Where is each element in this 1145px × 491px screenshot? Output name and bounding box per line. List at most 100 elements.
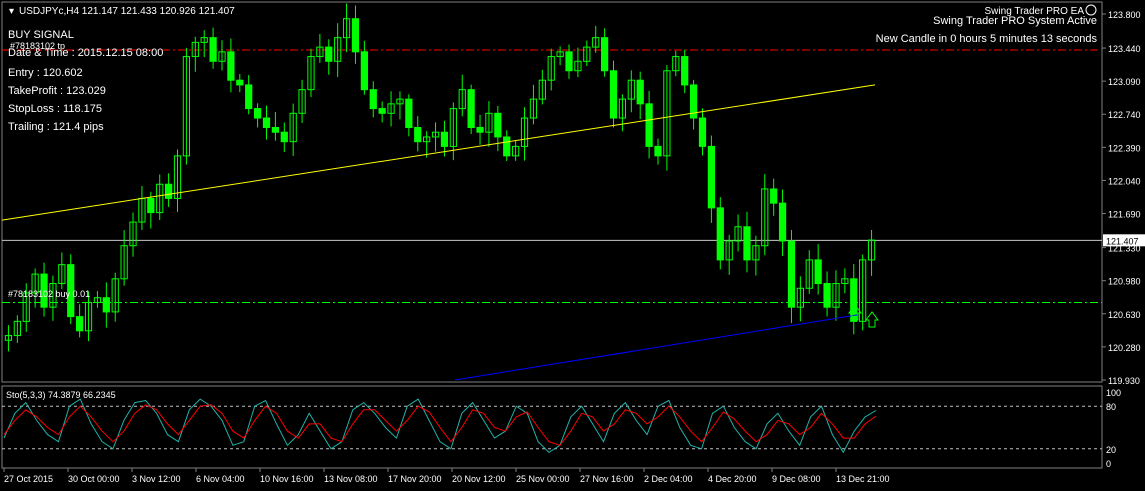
time-tick-label: 13 Nov 08:00 (324, 474, 378, 484)
candle (227, 38, 235, 93)
candle (832, 270, 840, 321)
time-tick-label: 6 Nov 04:00 (196, 474, 245, 484)
candle (716, 197, 724, 270)
candle (494, 105, 502, 152)
price-tick-label: 122.040 (1108, 176, 1141, 186)
candle-body (494, 112, 502, 138)
candle-body (253, 108, 262, 119)
candle (850, 264, 858, 335)
candle (431, 122, 440, 152)
candle (182, 47, 191, 165)
candle-body (325, 46, 333, 62)
candle-body (369, 89, 377, 110)
candle (556, 46, 564, 66)
oscillator-frame (1, 385, 1103, 469)
price-tick-label: 123.800 (1108, 10, 1141, 20)
candle (93, 290, 102, 308)
candle (13, 315, 21, 344)
candle-body (778, 202, 787, 242)
price-tick-label: 120.630 (1108, 310, 1141, 320)
candle (458, 74, 466, 117)
candle-body (698, 117, 707, 147)
candle (689, 79, 698, 130)
candle (280, 122, 288, 153)
price-tick-label: 120.980 (1108, 277, 1141, 287)
candle-body (405, 98, 413, 128)
candle (342, 3, 351, 53)
candle (805, 250, 813, 294)
candle-body (609, 70, 618, 119)
candle-body (440, 131, 449, 147)
candle (823, 271, 831, 317)
candle-body (600, 37, 609, 72)
candle (654, 138, 662, 165)
candle (787, 230, 796, 324)
candle (618, 94, 627, 132)
candle (725, 234, 733, 275)
candle (120, 230, 128, 286)
candle (236, 73, 244, 93)
candle (592, 25, 600, 53)
buy-arrow-icon (865, 311, 879, 328)
candle (298, 79, 306, 124)
candle (325, 39, 333, 75)
candle-body (102, 297, 110, 313)
oscillator-tick-label: 80 (1106, 402, 1116, 412)
time-tick-label: 17 Nov 20:00 (388, 474, 442, 484)
oscillator-label: Sto(5,3,3) 74.3879 66.2345 (6, 390, 116, 400)
candle (761, 174, 769, 256)
candle-body (227, 51, 235, 81)
candle-body (503, 136, 511, 157)
candle (396, 91, 404, 120)
candle (476, 114, 484, 145)
candle (289, 103, 297, 156)
symbol-line: USDJPYc,H4 121.147 121.433 120.926 121.4… (19, 6, 235, 17)
candle-body (164, 183, 173, 199)
price-tick-label: 120.280 (1108, 343, 1141, 353)
candle (218, 40, 226, 71)
signal-title: BUY SIGNAL (8, 29, 74, 41)
header-arrow-icon[interactable]: ▾ (9, 6, 14, 17)
candle (191, 36, 199, 72)
time-tick-label: 27 Nov 16:00 (580, 474, 634, 484)
smiley-icon (1085, 4, 1097, 16)
candle (138, 186, 146, 230)
candle (698, 108, 707, 156)
candle (609, 60, 618, 128)
candle-body (467, 89, 475, 128)
signal-takeprofit: TakeProfit : 123.029 (8, 85, 106, 97)
candle-body (236, 79, 244, 86)
candle (245, 75, 253, 115)
candle (512, 140, 520, 161)
stochastic-main-line (3, 398, 877, 454)
candle (814, 244, 822, 295)
buy-order-label: #78183102 buy 0.01 (8, 289, 90, 299)
candle (636, 71, 644, 120)
candle (76, 304, 84, 338)
candle-body (787, 240, 796, 308)
candle (253, 103, 262, 128)
oscillator-tick-label: 20 (1106, 445, 1116, 455)
candle (351, 5, 360, 64)
time-tick-label: 25 Nov 00:00 (516, 474, 570, 484)
candle (529, 84, 538, 125)
candle-body (654, 145, 662, 157)
candle-body (351, 18, 360, 53)
candle-body (770, 188, 778, 204)
candle (307, 48, 315, 98)
candle (681, 49, 689, 94)
candle (752, 235, 760, 276)
candle (485, 101, 493, 147)
candle (4, 325, 13, 352)
candle-body (245, 84, 253, 110)
candle-body (209, 37, 217, 62)
candle (600, 28, 609, 77)
new-candle-timer: New Candle in 0 hours 5 minutes 13 secon… (876, 33, 1098, 45)
price-tick-label: 121.690 (1108, 210, 1141, 220)
candle (316, 33, 324, 63)
candle (547, 48, 555, 91)
candle (770, 178, 778, 216)
price-tick-label: 119.930 (1108, 376, 1140, 386)
candle (627, 70, 635, 113)
ea-status: Swing Trader PRO System Active (933, 15, 1097, 27)
